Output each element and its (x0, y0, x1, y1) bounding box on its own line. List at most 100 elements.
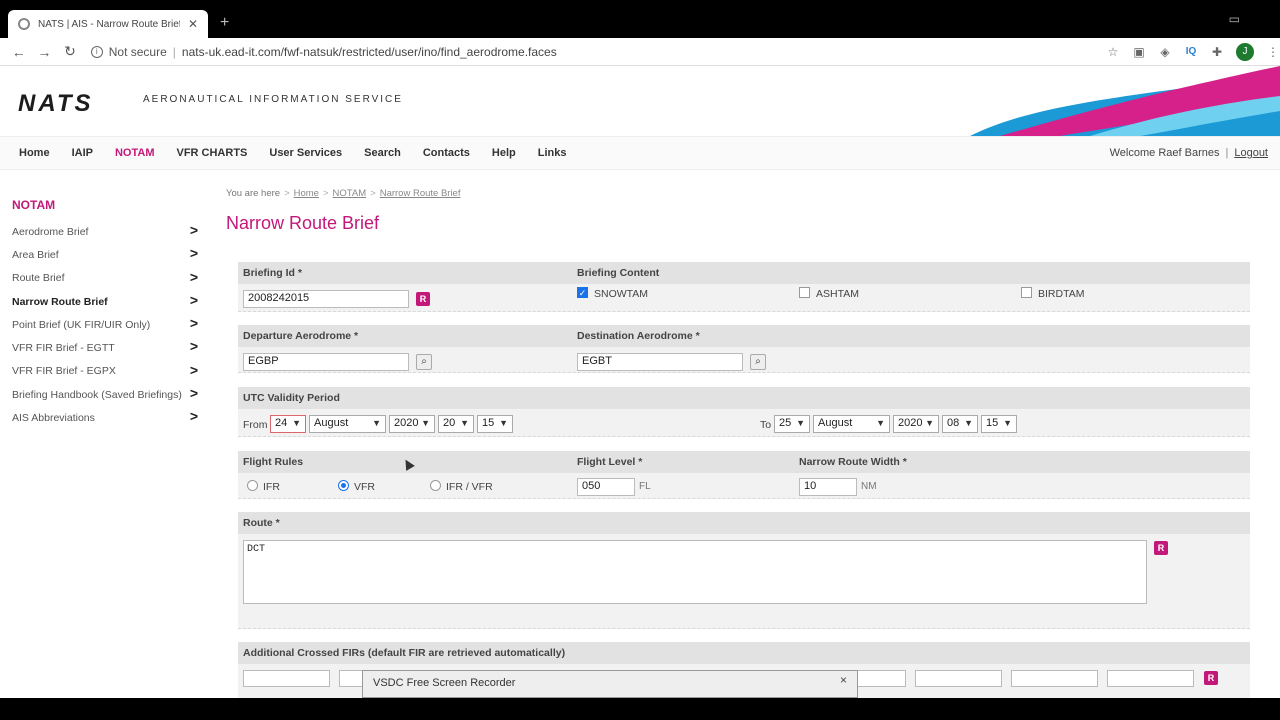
chevron-right-icon: > (189, 408, 198, 425)
chevron-down-icon: ▼ (421, 418, 430, 428)
info-icon[interactable]: i (90, 45, 103, 58)
reset-firs-button[interactable]: R (1204, 671, 1218, 685)
to-minute-select[interactable]: 15 ▼ (981, 415, 1017, 433)
sidebar-item-ais-abbreviations[interactable]: AIS Abbreviations > (0, 406, 210, 429)
briefing-id-field[interactable]: 2008242015 (243, 290, 409, 308)
to-minute-value: 15 (986, 417, 999, 429)
sidebar-item-route-brief[interactable]: Route Brief > (0, 267, 210, 290)
sidebar-item-point-brief[interactable]: Point Brief (UK FIR/UIR Only) > (0, 313, 210, 336)
site-subtitle: AERONAUTICAL INFORMATION SERVICE (143, 94, 403, 105)
aerodrome-header: Departure Aerodrome * Destination Aerodr… (238, 325, 1250, 347)
ashtam-checkbox[interactable] (799, 287, 810, 298)
flight-level-unit: FL (639, 481, 651, 492)
header-swoosh-graphic (970, 66, 1280, 136)
departure-search-icon[interactable]: ⌕ (416, 354, 432, 370)
ifr-label: IFR (263, 481, 280, 493)
nav-links[interactable]: Links (527, 147, 578, 159)
window-restore-icon[interactable]: ▭ (1229, 12, 1240, 26)
recorder-window[interactable]: VSDC Free Screen Recorder × (362, 670, 858, 698)
sidebar-item-narrow-route-brief[interactable]: Narrow Route Brief > (0, 290, 210, 313)
puzzle-icon[interactable]: ✚ (1210, 45, 1224, 59)
to-day-select[interactable]: 25 ▼ (774, 415, 810, 433)
chevron-down-icon: ▼ (796, 418, 805, 428)
new-tab-button[interactable]: + (220, 14, 229, 32)
to-year-select[interactable]: 2020 ▼ (893, 415, 939, 433)
nav-user-services[interactable]: User Services (258, 147, 353, 159)
sidebar-item-vfr-egtt[interactable]: VFR FIR Brief - EGTT > (0, 336, 210, 359)
ifr-radio[interactable] (247, 480, 258, 491)
birdtam-label: BIRDTAM (1038, 288, 1085, 300)
route-width-field[interactable]: 10 (799, 478, 857, 496)
forward-icon[interactable]: → (32, 44, 58, 60)
tag-icon[interactable]: ◈ (1158, 45, 1172, 59)
star-icon[interactable]: ☆ (1106, 45, 1120, 59)
from-month-select[interactable]: August ▼ (309, 415, 386, 433)
nav-vfr-charts[interactable]: VFR CHARTS (165, 147, 258, 159)
briefing-id-label: Briefing Id * (243, 267, 302, 279)
to-month-select[interactable]: August ▼ (813, 415, 890, 433)
to-hour-select[interactable]: 08 ▼ (942, 415, 978, 433)
sidebar-item-vfr-egpx[interactable]: VFR FIR Brief - EGPX > (0, 360, 210, 383)
from-hour-value: 20 (443, 417, 456, 429)
logout-link[interactable]: Logout (1234, 147, 1268, 159)
favicon-icon (18, 18, 30, 30)
chevron-down-icon: ▼ (876, 418, 885, 428)
to-year-value: 2020 (898, 417, 923, 429)
from-day-select[interactable]: 24 ▼ (270, 415, 306, 433)
route-textarea[interactable]: DCT (243, 540, 1147, 604)
fir-input[interactable] (243, 670, 330, 687)
from-minute-select[interactable]: 15 ▼ (477, 415, 513, 433)
flight-level-field[interactable]: 050 (577, 478, 635, 496)
from-label: From (243, 419, 268, 431)
birdtam-checkbox[interactable] (1021, 287, 1032, 298)
sidebar-item-aerodrome-brief[interactable]: Aerodrome Brief > (0, 220, 210, 243)
url-box[interactable]: i Not secure | nats-uk.ead-it.com/fwf-na… (90, 45, 1094, 59)
from-day-value: 24 (275, 417, 288, 429)
recorder-title: VSDC Free Screen Recorder (373, 677, 516, 689)
sidebar-item-briefing-handbook[interactable]: Briefing Handbook (Saved Briefings) > (0, 383, 210, 406)
validity-header: UTC Validity Period (238, 387, 1250, 409)
profile-avatar[interactable]: J (1236, 42, 1255, 61)
reset-route-button[interactable]: R (1154, 541, 1168, 555)
from-year-select[interactable]: 2020 ▼ (389, 415, 435, 433)
breadcrumb-prefix: You are here (226, 188, 281, 199)
iq-extension-icon[interactable]: IQ (1184, 45, 1198, 59)
fir-input[interactable] (1011, 670, 1098, 687)
firs-header: Additional Crossed FIRs (default FIR are… (238, 642, 1250, 664)
tab-close-icon[interactable]: ✕ (188, 17, 198, 31)
from-minute-value: 15 (482, 417, 495, 429)
recorder-close-icon[interactable]: × (840, 673, 847, 687)
validity-label: UTC Validity Period (243, 392, 340, 404)
nav-help[interactable]: Help (481, 147, 527, 159)
fir-input[interactable] (915, 670, 1002, 687)
nats-logo[interactable]: NATS (18, 90, 94, 118)
url-text[interactable]: nats-uk.ead-it.com/fwf-natsuk/restricted… (182, 45, 557, 59)
extension-icon[interactable]: ▣ (1132, 45, 1146, 59)
site-header: NATS AERONAUTICAL INFORMATION SERVICE (0, 66, 1280, 136)
departure-field[interactable]: EGBP (243, 353, 409, 371)
nav-iaip[interactable]: IAIP (61, 147, 104, 159)
nav-notam[interactable]: NOTAM (104, 147, 166, 159)
reset-briefing-id-button[interactable]: R (416, 292, 430, 306)
from-year-value: 2020 (394, 417, 419, 429)
vfr-radio[interactable] (338, 480, 349, 491)
chevron-down-icon: ▼ (460, 418, 469, 428)
breadcrumb-current[interactable]: Narrow Route Brief (380, 188, 461, 199)
nav-search[interactable]: Search (353, 147, 412, 159)
from-hour-select[interactable]: 20 ▼ (438, 415, 474, 433)
breadcrumb-notam[interactable]: NOTAM (333, 188, 367, 199)
destination-field[interactable]: EGBT (577, 353, 743, 371)
fir-input[interactable] (1107, 670, 1194, 687)
back-icon[interactable]: ← (6, 44, 32, 60)
nav-home[interactable]: Home (8, 147, 61, 159)
reload-icon[interactable]: ↻ (57, 43, 83, 60)
ifr-vfr-radio[interactable] (430, 480, 441, 491)
sidebar-item-area-brief[interactable]: Area Brief > (0, 243, 210, 266)
sidebar-item-label: VFR FIR Brief - EGPX (12, 365, 116, 378)
browser-tab[interactable]: NATS | AIS - Narrow Route Brief ✕ (8, 10, 208, 38)
snowtam-checkbox[interactable]: ✓ (577, 287, 588, 298)
menu-icon[interactable]: ⋮ (1266, 45, 1280, 59)
breadcrumb-home[interactable]: Home (294, 188, 319, 199)
nav-contacts[interactable]: Contacts (412, 147, 481, 159)
destination-search-icon[interactable]: ⌕ (750, 354, 766, 370)
